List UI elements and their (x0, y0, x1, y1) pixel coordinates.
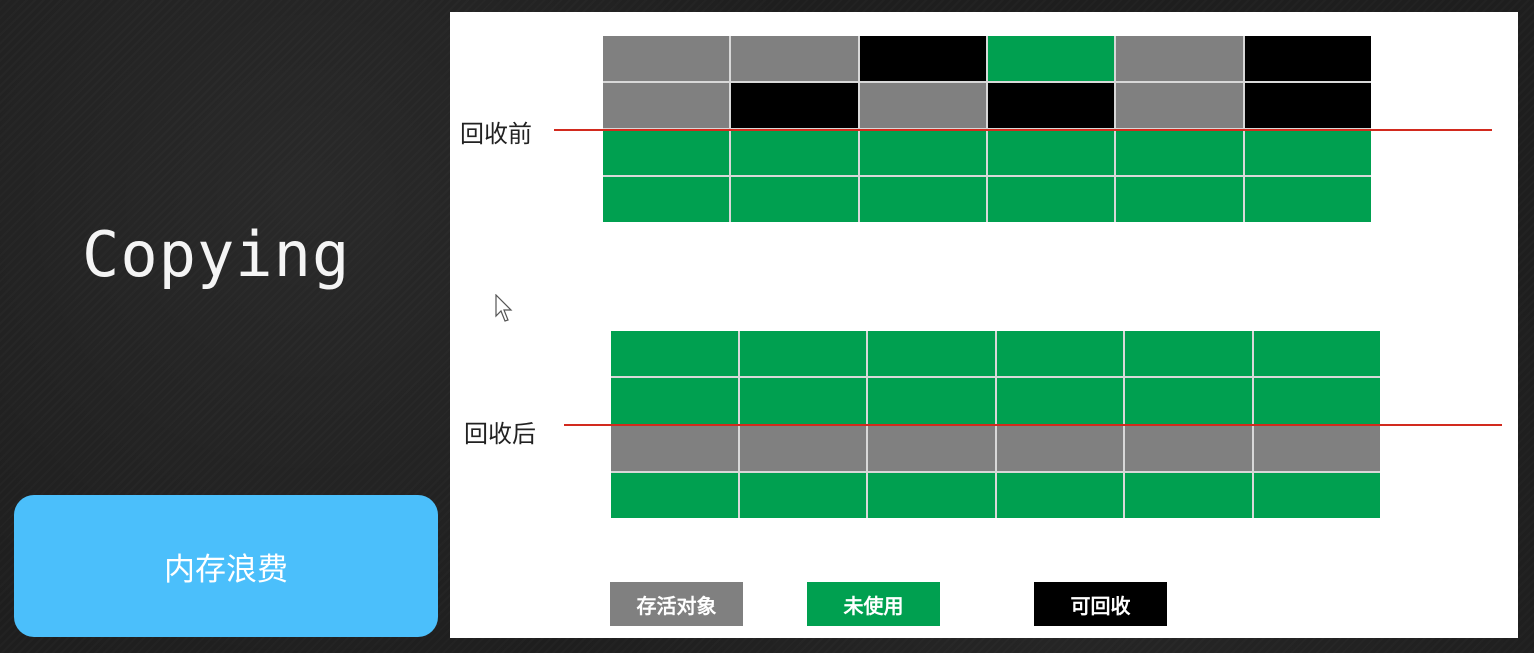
memory-cell-unused (1253, 472, 1380, 518)
memory-cell-unused (739, 472, 866, 518)
legend-unused-label: 未使用 (843, 593, 904, 618)
memory-cell-garbage (731, 83, 858, 128)
memory-cell-garbage (1244, 36, 1371, 81)
memory-cell-unused (859, 177, 986, 222)
memory-cell-unused (1125, 378, 1252, 424)
legend-reclaimable-label: 可回收 (1070, 593, 1131, 618)
legend-reclaimable: 可回收 (1034, 582, 1167, 626)
memory-cell-unused (731, 177, 858, 222)
mouse-cursor-icon (495, 294, 513, 322)
after-divider-line (564, 424, 1502, 426)
memory-cell-alive (1116, 83, 1243, 128)
memory-waste-box: 内存浪费 (14, 495, 438, 637)
memory-cell-unused (996, 472, 1123, 518)
memory-cell-unused (611, 378, 738, 424)
memory-cell-alive (731, 36, 858, 81)
memory-cell-unused (859, 130, 986, 175)
memory-cell-alive (1253, 425, 1380, 471)
memory-cell-alive (611, 425, 738, 471)
memory-cell-garbage (1244, 83, 1371, 128)
memory-cell-unused (996, 331, 1123, 377)
memory-cell-unused (988, 130, 1115, 175)
memory-cell-alive (859, 83, 986, 128)
memory-cell-unused (868, 378, 995, 424)
memory-cell-unused (868, 331, 995, 377)
memory-cell-unused (1116, 130, 1243, 175)
diagram-panel: 回收前 回收后 存活对象 未使用 可回收 (450, 12, 1518, 638)
legend-unused: 未使用 (807, 582, 940, 626)
memory-cell-alive (868, 425, 995, 471)
legend-alive-objects: 存活对象 (610, 582, 743, 626)
memory-cell-unused (1244, 130, 1371, 175)
memory-cell-unused (1125, 331, 1252, 377)
memory-cell-alive (603, 36, 730, 81)
memory-cell-unused (611, 331, 738, 377)
memory-cell-unused (1244, 177, 1371, 222)
slide-title: Copying (82, 218, 351, 291)
memory-cell-alive (1125, 425, 1252, 471)
legend-alive-label: 存活对象 (636, 593, 717, 618)
memory-cell-unused (996, 378, 1123, 424)
memory-waste-label: 内存浪费 (164, 551, 288, 588)
memory-cell-alive (739, 425, 866, 471)
memory-cell-unused (988, 36, 1115, 81)
memory-cell-alive (1116, 36, 1243, 81)
memory-cell-unused (1253, 378, 1380, 424)
memory-cell-unused (868, 472, 995, 518)
memory-cell-unused (739, 331, 866, 377)
memory-cell-unused (1116, 177, 1243, 222)
before-gc-label: 回收前 (460, 120, 532, 148)
memory-cell-garbage (859, 36, 986, 81)
memory-cell-unused (611, 472, 738, 518)
memory-cell-alive (603, 83, 730, 128)
before-divider-line (554, 129, 1492, 131)
memory-cell-unused (739, 378, 866, 424)
memory-cell-unused (731, 130, 858, 175)
memory-cell-unused (603, 130, 730, 175)
memory-cell-unused (988, 177, 1115, 222)
memory-cell-unused (1125, 472, 1252, 518)
memory-cell-unused (1253, 331, 1380, 377)
memory-cell-alive (996, 425, 1123, 471)
memory-cell-garbage (988, 83, 1115, 128)
after-gc-label: 回收后 (464, 420, 536, 448)
memory-cell-unused (603, 177, 730, 222)
